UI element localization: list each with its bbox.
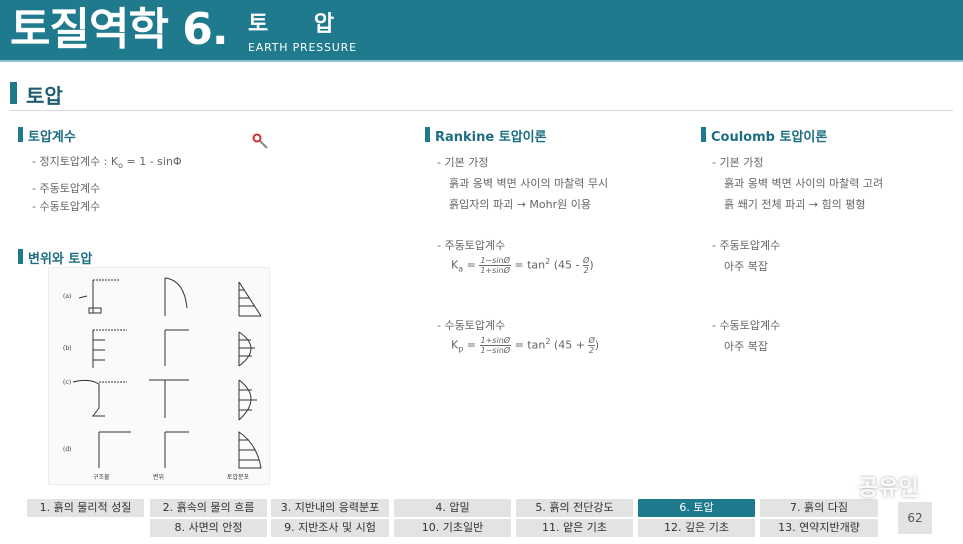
nav-chapter-4[interactable]: 4. 압밀 [394, 499, 511, 517]
nav-chapter-13[interactable]: 13. 연약지반개량 [760, 519, 878, 537]
col1-heading-marker [18, 127, 23, 142]
watermark-logo: 공유인 [858, 476, 919, 501]
nav-chapter-11[interactable]: 11. 얕은 기초 [516, 519, 633, 537]
coulomb-passive-label: - 수동토압계수 [712, 319, 781, 332]
displacement-heading: 변위와 토압 [28, 252, 93, 267]
coulomb-active-value: 아주 복잡 [724, 260, 768, 273]
rankine-basic-1: 흙과 옹벽 벽면 사이의 마찰력 무시 [449, 177, 609, 190]
coulomb-passive-value: 아주 복잡 [724, 340, 768, 353]
coulomb-heading: Coulomb 토압이론 [711, 130, 828, 145]
coulomb-basic-2: 흙 쐐기 전체 파괴 → 힘의 평형 [724, 198, 866, 211]
chapter-subtitle-korean: 토 압 [248, 12, 335, 37]
rankine-basic-label: - 기본 가정 [437, 156, 489, 169]
fig-caption-distribution: 토압분포 [227, 473, 250, 481]
coulomb-basic-label: - 기본 가정 [712, 156, 764, 169]
nav-chapter-9[interactable]: 9. 지반조사 및 시험 [271, 519, 389, 537]
fig-label-a: (a) [63, 293, 71, 300]
coulomb-active-label: - 주동토압계수 [712, 239, 781, 252]
nav-chapter-10[interactable]: 10. 기초일반 [394, 519, 511, 537]
rankine-heading: Rankine 토압이론 [435, 130, 547, 145]
displacement-pressure-figure: (a) (b) (c) (d) 구조물 변위 토압분포 [48, 267, 270, 485]
fig-caption-displacement: 변위 [153, 473, 164, 481]
banner-divider [0, 60, 963, 62]
rankine-passive-label: - 수동토압계수 [437, 319, 506, 332]
kp-formula: Kp = 1+sinØ 1−sinØ = tan2 (45 + Ø 2) [451, 336, 600, 355]
nav-chapter-12[interactable]: 12. 깊은 기초 [638, 519, 755, 537]
fig-label-b: (b) [63, 345, 72, 352]
rankine-active-label: - 주동토압계수 [437, 239, 506, 252]
at-rest-coefficient: - 정지토압계수 : Ko = 1 - sinΦ [32, 155, 182, 171]
section-marker [10, 82, 17, 104]
nav-chapter-8[interactable]: 8. 사면의 안정 [150, 519, 267, 537]
rankine-basic-2: 흙입자의 파괴 → Mohr원 이용 [449, 198, 591, 211]
chapter-subtitle-english: EARTH PRESSURE [248, 41, 357, 54]
ka-formula: Ka = 1−sinØ 1+sinØ = tan2 (45 - Ø 2) [451, 256, 594, 275]
col2-heading-marker [425, 127, 430, 142]
fig-label-c: (c) [63, 379, 71, 386]
fig-label-d: (d) [63, 446, 72, 453]
page-number: 62 [898, 502, 932, 534]
chapter-title: 토질역학 6. [10, 4, 229, 55]
active-coefficient-item: - 주동토압계수 [32, 182, 101, 195]
nav-chapter-3[interactable]: 3. 지반내의 응력분포 [271, 499, 389, 517]
col1-heading2-marker [18, 249, 23, 264]
earth-pressure-diagram: (a) (b) (c) (d) 구조물 변위 토압분포 [63, 277, 262, 481]
section-title: 토압 [26, 84, 63, 108]
passive-coefficient-item: - 수동토압계수 [32, 200, 101, 213]
col1-heading: 토압계수 [28, 130, 76, 145]
fig-caption-structure: 구조물 [93, 474, 110, 481]
nav-chapter-6-active[interactable]: 6. 토압 [638, 499, 755, 517]
nav-chapter-5[interactable]: 5. 흙의 전단강도 [516, 499, 633, 517]
col3-heading-marker [701, 127, 706, 142]
laser-pointer-icon [252, 133, 268, 149]
nav-chapter-2[interactable]: 2. 흙속의 물의 흐름 [150, 499, 267, 517]
nav-chapter-1[interactable]: 1. 흙의 물리적 성질 [27, 499, 144, 517]
section-divider [10, 110, 953, 111]
coulomb-basic-1: 흙과 옹벽 벽면 사이의 마찰력 고려 [724, 177, 884, 190]
